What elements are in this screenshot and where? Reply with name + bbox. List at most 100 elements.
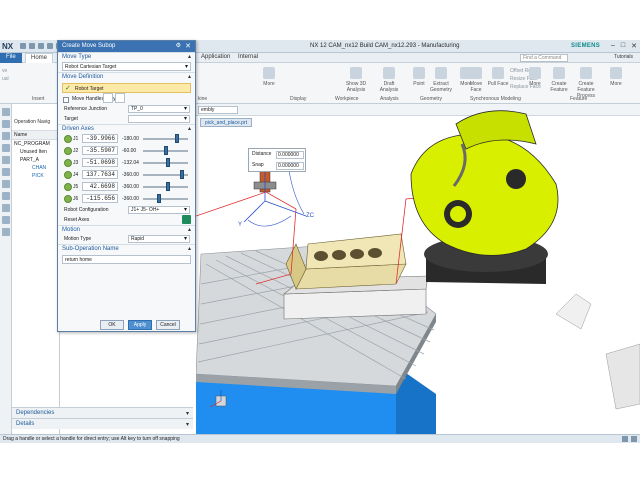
section-move-type[interactable]: Move Type ▴ — [58, 52, 195, 61]
show-3d-analysis-button[interactable]: Show 3D Analysis — [345, 67, 367, 93]
status-text: Drag a handle or select a handle for dir… — [3, 436, 180, 442]
tab-application[interactable]: Application — [197, 54, 234, 60]
status-icons — [622, 436, 637, 442]
nav-item-pick[interactable]: PICK — [12, 172, 59, 180]
window-controls: – □ ✕ — [611, 42, 637, 50]
part-icon[interactable] — [2, 144, 10, 152]
tab-file[interactable]: File — [0, 53, 22, 63]
undo-icon[interactable] — [29, 43, 35, 49]
tutorials-link[interactable]: Tutorials — [614, 54, 633, 60]
axis-value-input[interactable]: 137.7634 — [82, 170, 118, 179]
axis-slider-track[interactable] — [143, 198, 188, 200]
extract-geometry-button[interactable]: Extract Geometry — [430, 67, 452, 93]
tab-internal[interactable]: Internal — [234, 54, 262, 60]
machine-icon[interactable] — [2, 216, 10, 224]
pull-face-icon — [492, 67, 504, 79]
section-driven-axes[interactable]: Driven Axes ▴ — [58, 124, 195, 133]
tool-icon[interactable] — [2, 228, 10, 236]
navigator-icon[interactable] — [2, 108, 10, 116]
robot-configuration-select[interactable]: J1+ J5- OH+ — [128, 206, 190, 214]
nav-item-nc-program[interactable]: NC_PROGRAM — [12, 140, 59, 148]
point-button[interactable]: Point — [408, 67, 430, 87]
nav-item-part-a[interactable]: PART_A — [12, 156, 59, 164]
axis-value-input[interactable]: -51.0698 — [82, 158, 118, 167]
reset-axes-row[interactable]: Reset Axes — [58, 215, 195, 225]
ribbon-cmd-ual[interactable]: ual — [2, 75, 9, 83]
reference-junction-select[interactable]: TP_0 — [128, 105, 190, 113]
ribbon-cmd-ve[interactable]: ve — [2, 67, 9, 75]
pull-face-button[interactable]: Pull Face — [487, 67, 509, 87]
distance-input[interactable]: 0.000000 — [276, 151, 304, 159]
roles-icon[interactable] — [2, 180, 10, 188]
reset-icon[interactable] — [182, 215, 191, 224]
more-icon — [529, 67, 541, 79]
fullscreen-icon[interactable] — [622, 436, 628, 442]
snap-input[interactable]: 0.000000 — [276, 162, 304, 170]
axis-value-input[interactable]: 42.6698 — [82, 182, 118, 191]
ribbon-more-button-3[interactable]: More — [524, 67, 546, 87]
save-icon[interactable] — [20, 43, 26, 49]
details-panel[interactable]: Details ▾ — [12, 418, 193, 429]
resource-bar — [0, 104, 12, 434]
dependencies-panel[interactable]: Dependencies ▾ — [12, 407, 193, 418]
system-icon[interactable] — [2, 204, 10, 212]
axis-slider-track[interactable] — [143, 138, 188, 140]
redo-icon[interactable] — [38, 43, 44, 49]
move-handles-only-checkbox[interactable]: Move Handles Only — [58, 95, 195, 104]
robot-configuration-row: Robot Configuration J1+ J5- OH+ — [58, 205, 195, 215]
motion-type-select[interactable]: Rapid — [128, 235, 190, 243]
ok-button[interactable]: OK — [100, 320, 124, 330]
part-file-tab[interactable]: pick_and_place.prt — [200, 118, 252, 127]
point-dialog-icon[interactable] — [103, 93, 113, 103]
axis-slider-thumb[interactable] — [165, 182, 170, 191]
feature-icon — [553, 67, 565, 79]
create-feature-button[interactable]: Create Feature — [548, 67, 570, 93]
create-move-subop-dialog: Create Move Subop ⚙ ✕ Move Type ▴ Robot C… — [57, 40, 196, 332]
graphics-window[interactable]: embly ZC Y pick_and_place.prt Distance 0… — [196, 104, 640, 434]
axis-value-input[interactable]: -35.5907 — [82, 146, 118, 155]
move-face-button[interactable]: Move Face — [465, 67, 487, 93]
section-motion[interactable]: Motion ▴ — [58, 225, 195, 234]
tab-home[interactable]: Home — [25, 53, 54, 63]
section-subop-name[interactable]: Sub-Operation Name ▴ — [58, 244, 195, 253]
minimize-button[interactable]: – — [611, 42, 615, 50]
constraint-icon[interactable] — [2, 132, 10, 140]
axis-row-j3: J3 -51.0698 -132.04 — [58, 157, 195, 169]
axis-slider-thumb[interactable] — [174, 134, 179, 143]
maximize-button[interactable]: □ — [621, 42, 625, 50]
robot-target-selector[interactable]: ✓ Robot Target — [62, 83, 191, 93]
group-display: Display — [290, 96, 307, 102]
cancel-button[interactable]: Cancel — [156, 320, 180, 330]
cut-icon[interactable] — [47, 43, 53, 49]
ribbon-more-button[interactable]: More — [258, 67, 280, 87]
web-icon[interactable] — [2, 192, 10, 200]
axis-value-input[interactable]: -115.656 — [82, 194, 118, 203]
move-type-select[interactable]: Robot Cartesian Target — [62, 62, 191, 71]
axis-slider-thumb[interactable] — [165, 158, 170, 167]
gear-icon[interactable]: ⚙ — [176, 42, 181, 49]
group-kine: kine — [198, 96, 208, 102]
csys-icon[interactable] — [115, 93, 125, 103]
close-button[interactable]: ✕ — [631, 42, 637, 50]
section-move-definition[interactable]: Move Definition ▴ — [58, 72, 195, 81]
navigator-column-name[interactable]: Name — [12, 130, 59, 140]
axis-slider-thumb[interactable] — [157, 194, 162, 203]
ribbon-more-button-4[interactable]: More — [605, 67, 627, 87]
apply-button[interactable]: Apply — [128, 320, 152, 330]
nav-item-unused[interactable]: Unused Iten — [12, 148, 59, 156]
layout-icon[interactable] — [631, 436, 637, 442]
draft-analysis-button[interactable]: Draft Analysis — [378, 67, 400, 93]
axis-value-input[interactable]: -39.9966 — [82, 134, 118, 143]
axis-slider-thumb[interactable] — [163, 146, 168, 155]
create-feature-process-button[interactable]: Create Feature Process — [575, 67, 597, 99]
reuse-icon[interactable] — [2, 156, 10, 164]
axis-slider-thumb[interactable] — [179, 170, 184, 179]
subop-name-input[interactable]: return home — [62, 255, 191, 264]
nav-item-chan[interactable]: CHAN — [12, 164, 59, 172]
assembly-icon[interactable] — [2, 120, 10, 128]
find-command-input[interactable]: Find a Command — [520, 54, 568, 62]
history-icon[interactable] — [2, 168, 10, 176]
group-feature: Feature — [570, 96, 588, 102]
target-select[interactable] — [128, 115, 190, 123]
close-icon[interactable]: ✕ — [185, 42, 191, 50]
